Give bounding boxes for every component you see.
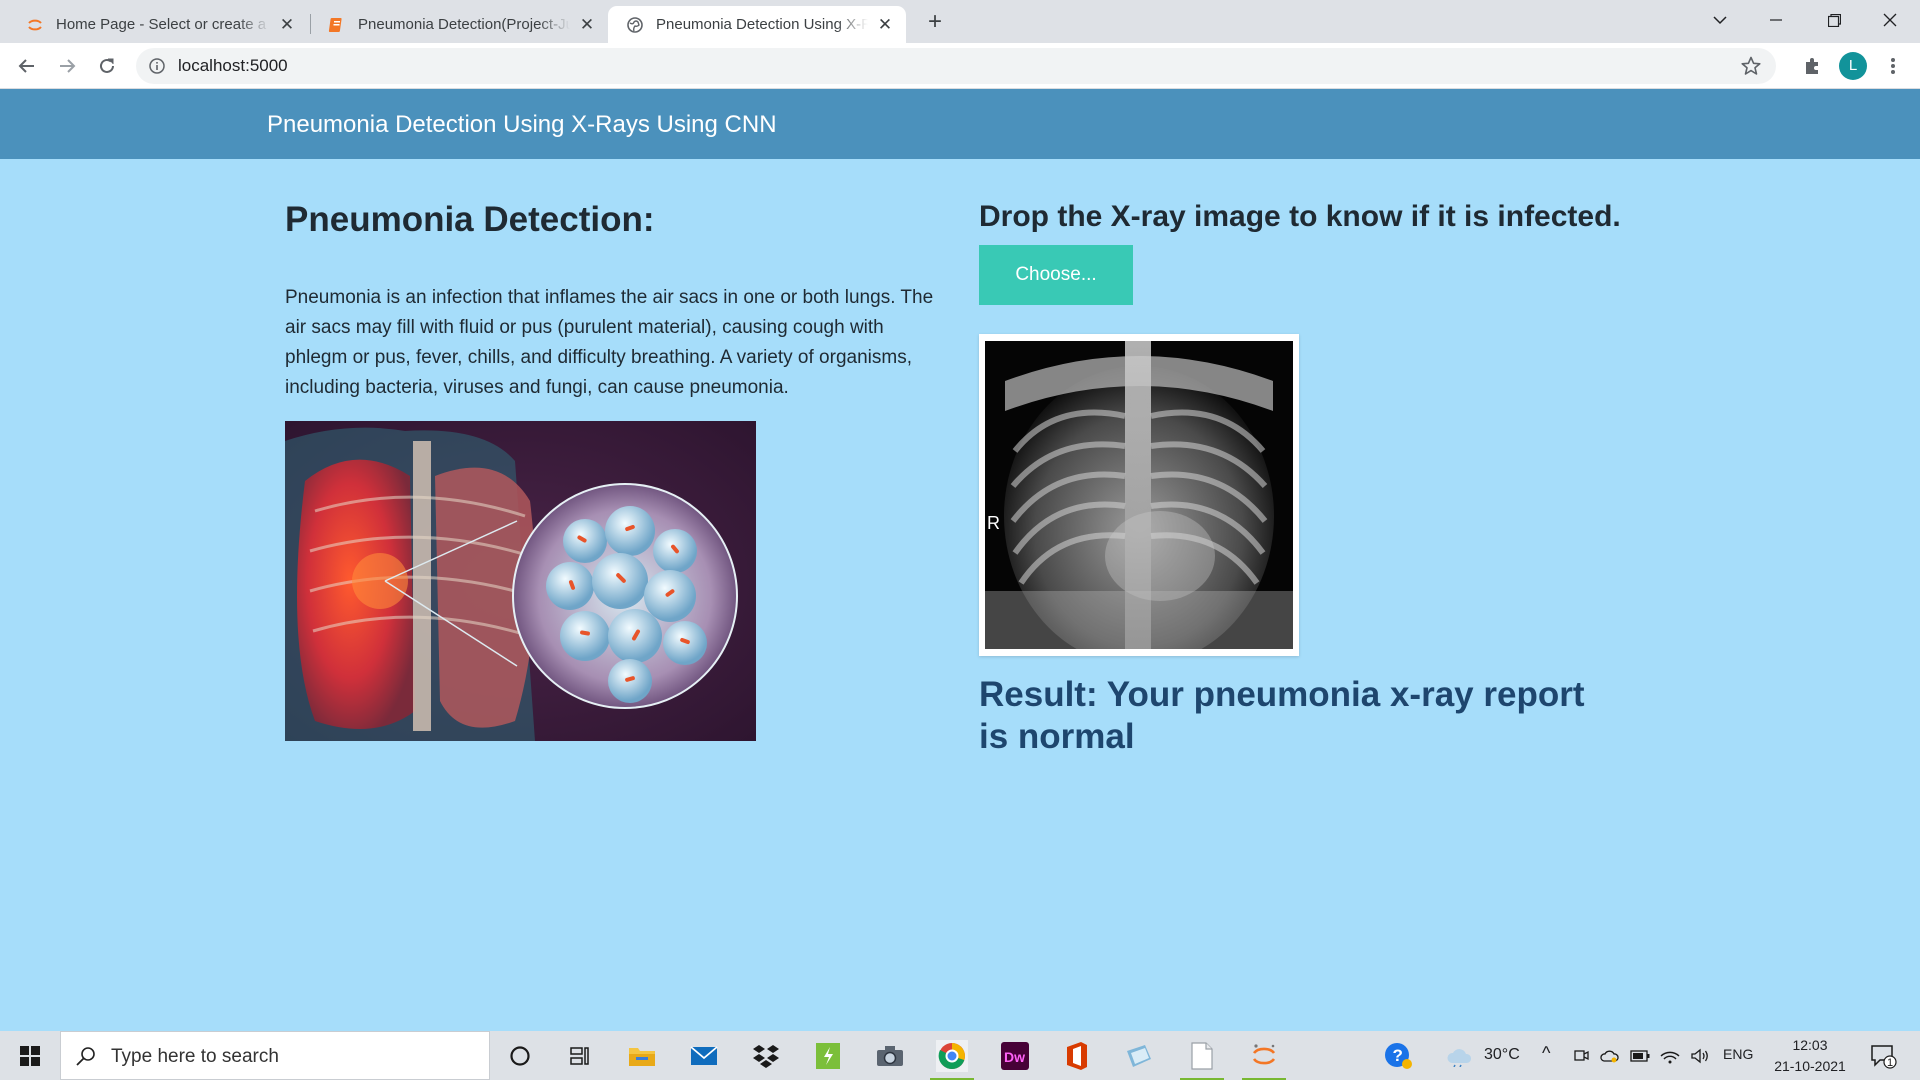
url-text: localhost:5000 <box>178 56 288 75</box>
wifi-icon[interactable] <box>1658 1040 1682 1072</box>
tab-title: Pneumonia Detection Using X-Rays <box>656 16 868 33</box>
address-bar[interactable]: localhost:5000 <box>136 48 1776 84</box>
reload-button[interactable] <box>90 50 124 82</box>
windows-taskbar: Type here to search Dw ? 30°C ^ ENG 12:0… <box>0 1031 1920 1080</box>
notebook-icon <box>328 16 346 34</box>
tab-title: Home Page - Select or create a notebook <box>56 16 270 33</box>
pneumonia-description: Pneumonia is an infection that inflames … <box>285 287 934 398</box>
close-tab-icon[interactable]: ✕ <box>876 15 894 34</box>
site-info-icon[interactable] <box>148 57 166 75</box>
navbar-brand[interactable]: Pneumonia Detection Using X-Rays Using C… <box>267 111 777 139</box>
upload-heading: Drop the X-ray image to know if it is in… <box>979 200 1621 233</box>
minimize-button[interactable] <box>1748 0 1804 40</box>
battery-icon[interactable] <box>1628 1040 1652 1072</box>
help-icon[interactable]: ? <box>1382 1040 1414 1072</box>
lung-illustration <box>285 421 756 741</box>
tab-notebook[interactable]: Pneumonia Detection(Project-Jupyter) ✕ <box>310 6 608 43</box>
notepad-icon[interactable] <box>1180 1040 1224 1080</box>
file-explorer-icon[interactable] <box>626 1040 658 1072</box>
clock[interactable]: 12:03 21-10-2021 <box>1762 1035 1858 1077</box>
search-icon <box>75 1045 97 1067</box>
weather-temperature[interactable]: 30°C <box>1484 1046 1520 1064</box>
extensions-icon[interactable] <box>1795 50 1829 82</box>
browser-tab-strip: Home Page - Select or create a notebook … <box>0 0 1920 43</box>
office-icon[interactable] <box>1061 1040 1093 1072</box>
start-button[interactable] <box>0 1031 60 1080</box>
choose-file-button[interactable]: Choose... <box>979 245 1133 305</box>
app-icon[interactable] <box>1123 1040 1155 1072</box>
bookmark-star-icon[interactable] <box>1740 55 1762 77</box>
clock-date: 21-10-2021 <box>1774 1058 1846 1074</box>
dreamweaver-icon[interactable]: Dw <box>999 1040 1031 1072</box>
globe-icon <box>626 16 644 34</box>
chest-xray-image: R <box>985 341 1293 649</box>
close-tab-icon[interactable]: ✕ <box>278 15 296 34</box>
close-window-button[interactable] <box>1862 0 1918 40</box>
browser-toolbar: localhost:5000 <box>0 43 1920 89</box>
close-tab-icon[interactable]: ✕ <box>578 15 596 34</box>
uploaded-xray-preview: R <box>979 334 1299 656</box>
jupyter-icon[interactable] <box>1242 1040 1286 1080</box>
sheets-icon[interactable] <box>812 1040 844 1072</box>
profile-avatar[interactable]: L <box>1839 52 1867 80</box>
language-indicator[interactable]: ENG <box>1723 1046 1753 1062</box>
back-button[interactable] <box>10 50 44 82</box>
meet-now-icon[interactable] <box>1570 1040 1592 1072</box>
notification-count: 1 <box>1887 1057 1893 1069</box>
volume-icon[interactable] <box>1688 1040 1712 1072</box>
svg-text:Dw: Dw <box>1004 1049 1025 1065</box>
notification-center-icon[interactable]: 1 <box>1866 1040 1900 1072</box>
pneumonia-heading: Pneumonia Detection: <box>285 200 655 239</box>
tab-search-button[interactable] <box>1692 0 1748 40</box>
tab-jupyter-home[interactable]: Home Page - Select or create a notebook … <box>8 6 308 43</box>
weather-icon[interactable] <box>1443 1040 1475 1072</box>
xray-side-marker: R <box>987 513 1000 533</box>
new-tab-button[interactable]: + <box>920 8 950 38</box>
dropbox-icon[interactable] <box>750 1040 782 1072</box>
clock-time: 12:03 <box>1792 1037 1828 1053</box>
restore-button[interactable] <box>1806 0 1862 40</box>
tab-title: Pneumonia Detection(Project-Jupyter) <box>358 16 570 33</box>
windows-logo-icon <box>20 1045 40 1066</box>
svg-text:?: ? <box>1393 1046 1403 1065</box>
result-text: Result: Your pneumonia x-ray report is n… <box>979 675 1585 756</box>
browser-menu-button[interactable] <box>1876 50 1910 82</box>
chrome-icon[interactable] <box>930 1040 974 1080</box>
task-view-icon[interactable] <box>564 1040 596 1072</box>
forward-button[interactable] <box>50 50 84 82</box>
jupyter-icon <box>26 16 44 34</box>
taskbar-search-box[interactable]: Type here to search <box>60 1031 490 1080</box>
search-placeholder: Type here to search <box>111 1046 279 1067</box>
chevron-up-icon[interactable]: ^ <box>1542 1043 1550 1064</box>
onedrive-icon[interactable] <box>1598 1040 1622 1072</box>
tab-pneumonia-app[interactable]: Pneumonia Detection Using X-Rays ✕ <box>608 6 906 43</box>
camera-icon[interactable] <box>874 1040 906 1072</box>
navbar: Pneumonia Detection Using X-Rays Using C… <box>0 89 1920 159</box>
cortana-icon[interactable] <box>504 1040 536 1072</box>
mail-icon[interactable] <box>688 1040 720 1072</box>
